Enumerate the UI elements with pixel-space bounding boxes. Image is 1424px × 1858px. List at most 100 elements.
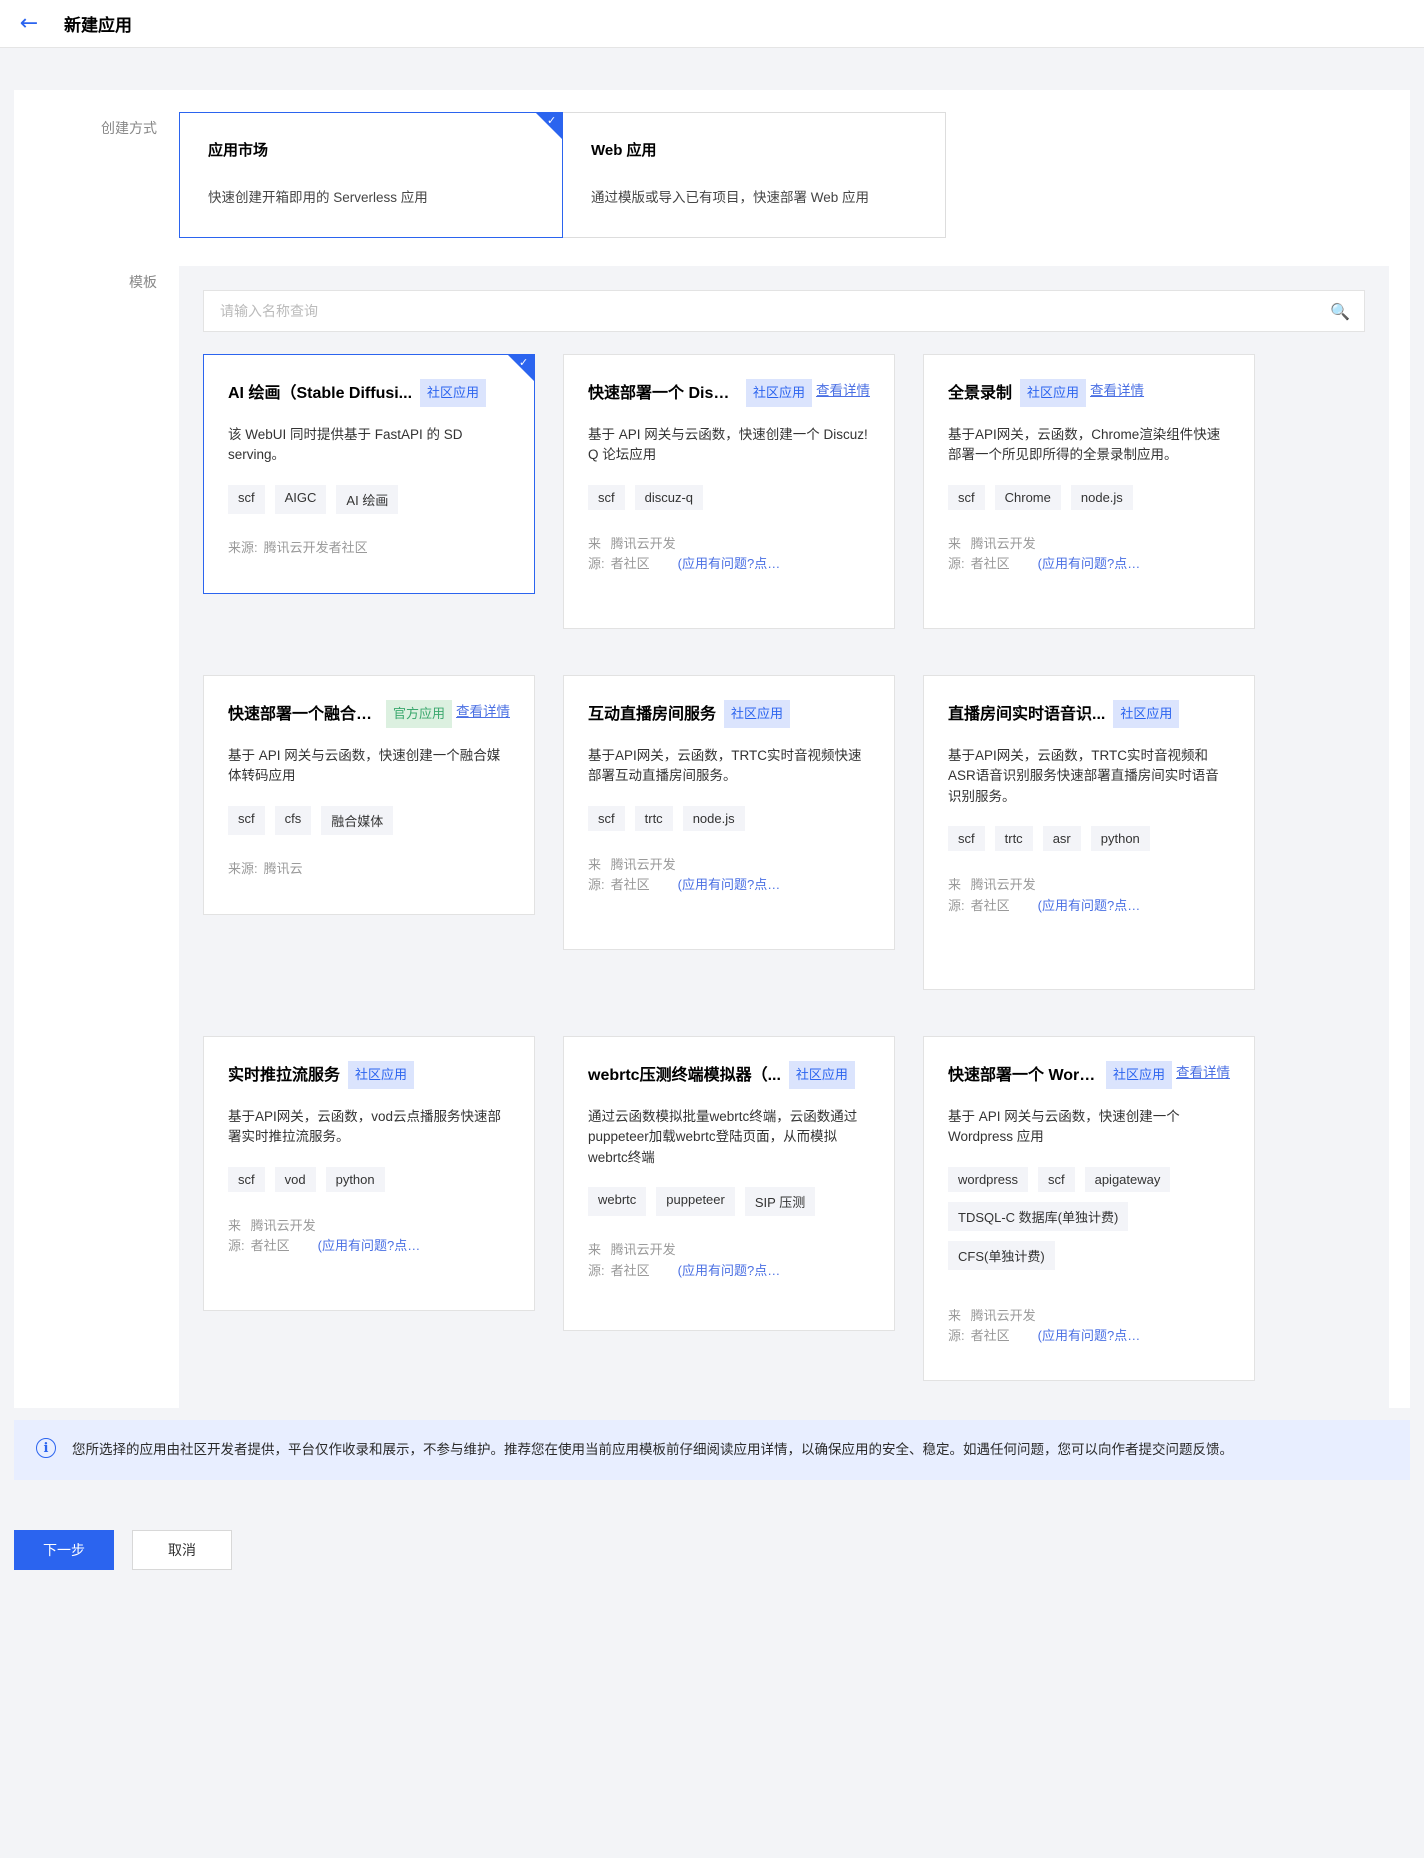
template-source: 来 源: 腾讯云开发 者社区 (应用有问题?点… <box>948 1306 1230 1348</box>
mode-option-desc: 快速创建开箱即用的 Serverless 应用 <box>208 190 428 205</box>
tag: scf <box>228 805 265 835</box>
form-panel: 创建方式 应用市场 快速创建开箱即用的 Serverless 应用 Web 应用… <box>14 90 1410 1408</box>
mode-option-app-market[interactable]: 应用市场 快速创建开箱即用的 Serverless 应用 <box>179 112 563 238</box>
template-card[interactable]: 快速部署一个 Wordpre... 社区应用 查看详情 基于 API 网关与云函… <box>923 1036 1255 1381</box>
view-detail-link[interactable]: 查看详情 <box>1090 379 1144 399</box>
template-card[interactable]: 全景录制 社区应用 查看详情 基于API网关，云函数，Chrome渲染组件快速部… <box>923 354 1255 629</box>
source-value-stacked: 腾讯云开发 者社区 <box>970 1307 1036 1344</box>
source-label-stacked: 来 源: <box>228 1217 245 1254</box>
mode-option-title: Web 应用 <box>591 142 657 159</box>
status-badge: 社区应用 <box>724 700 791 728</box>
template-card-header: 互动直播房间服务 社区应用 <box>588 700 870 728</box>
view-detail-link[interactable]: 查看详情 <box>1176 1061 1230 1081</box>
template-name: AI 绘画（Stable Diffusi... <box>228 385 413 402</box>
tag: 融合媒体 <box>321 805 394 835</box>
status-badge: 社区应用 <box>348 1061 415 1089</box>
tag: trtc <box>994 826 1033 852</box>
template-name: webrtc压测终端模拟器（... <box>588 1067 781 1084</box>
template-desc: 基于 API 网关与云函数，快速创建一个融合媒体转码应用 <box>228 747 501 784</box>
template-card[interactable]: AI 绘画（Stable Diffusi... 社区应用 该 WebUI 同时提… <box>203 354 535 594</box>
cancel-button[interactable]: 取消 <box>132 1530 232 1570</box>
template-card[interactable]: 快速部署一个融合媒体... 官方应用 查看详情 基于 API 网关与云函数，快速… <box>203 675 535 915</box>
tag: cfs <box>274 805 312 835</box>
template-card-header: 快速部署一个 Discuz!... 社区应用 查看详情 <box>588 379 870 407</box>
source-label-stacked: 来 源: <box>588 856 605 893</box>
source-value-stacked: 腾讯云开发 者社区 <box>610 535 676 572</box>
next-step-button[interactable]: 下一步 <box>14 1530 114 1570</box>
template-card-header: 全景录制 社区应用 查看详情 <box>948 379 1230 407</box>
source-question-link[interactable]: (应用有问题?点… <box>1038 554 1141 575</box>
template-name: 快速部署一个 Wordpre... <box>948 1067 1098 1084</box>
search-icon[interactable]: 🔍 <box>1330 302 1350 321</box>
template-name: 互动直播房间服务 <box>588 706 717 723</box>
status-badge: 社区应用 <box>420 379 487 407</box>
tag: puppeteer <box>656 1187 735 1217</box>
source-question-link[interactable]: (应用有问题?点… <box>678 554 781 575</box>
page-title: 新建应用 <box>64 16 132 35</box>
template-card-header: webrtc压测终端模拟器（... 社区应用 <box>588 1061 870 1089</box>
source-label: 来源: <box>228 539 258 555</box>
template-card[interactable]: 实时推拉流服务 社区应用 基于API网关，云函数，vod云点播服务快速部署实时推… <box>203 1036 535 1311</box>
template-desc: 通过云函数模拟批量webrtc终端，云函数通过puppeteer加载webrtc… <box>588 1108 858 1166</box>
source-label-stacked: 来 源: <box>948 1307 965 1344</box>
community-notice: i 您所选择的应用由社区开发者提供，平台仅作收录和展示，不参与维护。推荐您在使用… <box>14 1420 1410 1480</box>
tag: asr <box>1042 826 1081 852</box>
source-question-link[interactable]: (应用有问题?点… <box>678 1261 781 1282</box>
source-question-link[interactable]: (应用有问题?点… <box>1038 896 1141 917</box>
selected-check-icon <box>508 355 534 381</box>
template-desc: 基于API网关，云函数，TRTC实时音视频快速部署互动直播房间服务。 <box>588 747 862 784</box>
create-mode-row: 创建方式 应用市场 快速创建开箱即用的 Serverless 应用 Web 应用… <box>14 90 1410 238</box>
tag: discuz-q <box>634 484 704 510</box>
template-grid: AI 绘画（Stable Diffusi... 社区应用 该 WebUI 同时提… <box>203 354 1365 1408</box>
status-badge: 社区应用 <box>1113 700 1180 728</box>
template-tags: scf cfs 融合媒体 <box>228 805 510 835</box>
source-value-stacked: 腾讯云开发 者社区 <box>970 877 1036 914</box>
search-input[interactable] <box>218 302 1331 320</box>
tag: AI 绘画 <box>336 484 399 514</box>
template-row: 模板 🔍 AI 绘画（Stable Diffusi... 社区应用 该 Web <box>14 238 1410 1408</box>
source-question-link[interactable]: (应用有问题?点… <box>678 875 781 896</box>
template-card-header: 直播房间实时语音识... 社区应用 <box>948 700 1230 728</box>
tag: scf <box>1037 1166 1075 1192</box>
tag: wordpress <box>948 1166 1028 1192</box>
tag: scf <box>948 826 985 852</box>
template-card[interactable]: 直播房间实时语音识... 社区应用 基于API网关，云函数，TRTC实时音视频和… <box>923 675 1255 990</box>
template-tags: scf AIGC AI 绘画 <box>228 484 510 514</box>
source-label-stacked: 来 源: <box>588 1242 605 1279</box>
template-card[interactable]: 互动直播房间服务 社区应用 基于API网关，云函数，TRTC实时音视频快速部署互… <box>563 675 895 950</box>
template-tags: wordpress scf apigateway TDSQL-C 数据库(单独计… <box>948 1166 1230 1270</box>
tag: trtc <box>634 805 673 831</box>
footer-actions: 下一步 取消 <box>14 1530 232 1570</box>
template-name: 快速部署一个融合媒体... <box>228 706 378 723</box>
source-value-stacked: 腾讯云开发 者社区 <box>610 1242 676 1279</box>
template-source: 来 源: 腾讯云开发 者社区 (应用有问题?点… <box>588 534 870 576</box>
tag: webrtc <box>588 1187 647 1217</box>
mode-option-web-app[interactable]: Web 应用 通过模版或导入已有项目，快速部署 Web 应用 <box>562 112 946 238</box>
mode-option-title: 应用市场 <box>208 142 269 159</box>
template-name: 实时推拉流服务 <box>228 1067 341 1084</box>
template-tags: scf discuz-q <box>588 484 870 510</box>
source-value-stacked: 腾讯云开发 者社区 <box>970 535 1036 572</box>
tag: AIGC <box>274 484 327 514</box>
template-source: 来源: 腾讯云 <box>228 859 510 880</box>
selected-check-icon <box>536 113 562 139</box>
template-tags: scf Chrome node.js <box>948 484 1230 510</box>
tag: node.js <box>1070 484 1133 510</box>
source-question-link[interactable]: (应用有问题?点… <box>318 1236 421 1257</box>
template-tags: scf vod python <box>228 1166 510 1192</box>
source-value: 腾讯云 <box>263 860 303 876</box>
tag: python <box>1090 826 1150 852</box>
notice-text: 您所选择的应用由社区开发者提供，平台仅作收录和展示，不参与维护。推荐您在使用当前… <box>72 1442 1233 1457</box>
view-detail-link[interactable]: 查看详情 <box>816 379 870 399</box>
page-content: 创建方式 应用市场 快速创建开箱即用的 Serverless 应用 Web 应用… <box>0 48 1424 1858</box>
view-detail-link[interactable]: 查看详情 <box>456 700 510 720</box>
top-bar: ← 新建应用 <box>0 0 1424 48</box>
source-question-link[interactable]: (应用有问题?点… <box>1038 1326 1141 1347</box>
template-card[interactable]: webrtc压测终端模拟器（... 社区应用 通过云函数模拟批量webrtc终端… <box>563 1036 895 1331</box>
info-icon: i <box>36 1438 56 1458</box>
template-search-box[interactable]: 🔍 <box>203 290 1365 332</box>
template-card-header: 快速部署一个 Wordpre... 社区应用 查看详情 <box>948 1061 1230 1089</box>
arrow-left-icon[interactable]: ← <box>14 9 44 39</box>
template-name: 快速部署一个 Discuz!... <box>588 385 738 402</box>
template-card[interactable]: 快速部署一个 Discuz!... 社区应用 查看详情 基于 API 网关与云函… <box>563 354 895 629</box>
